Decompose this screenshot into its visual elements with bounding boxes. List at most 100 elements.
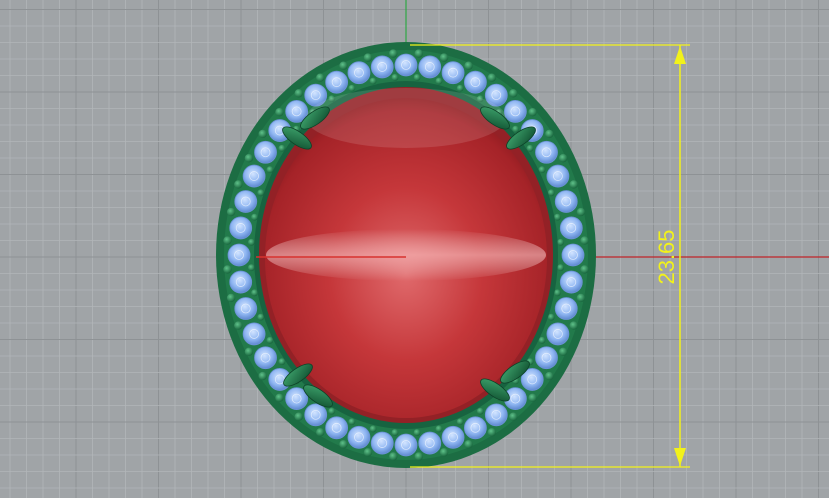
setting-bead (369, 425, 377, 433)
setting-bead (545, 129, 554, 139)
setting-bead (363, 448, 373, 457)
setting-bead (391, 429, 399, 436)
accent-stone (394, 433, 418, 457)
setting-bead (547, 189, 555, 197)
setting-bead (275, 393, 284, 403)
setting-bead (413, 74, 421, 81)
setting-bead (369, 77, 377, 85)
setting-bead (316, 73, 325, 82)
setting-bead (258, 129, 267, 139)
setting-bead (569, 180, 578, 189)
setting-bead (456, 84, 464, 92)
setting-bead (278, 144, 286, 152)
accent-stone (535, 346, 558, 370)
setting-bead (456, 418, 464, 426)
setting-bead (538, 336, 546, 344)
accent-stone (554, 190, 578, 213)
setting-bead (487, 73, 496, 82)
setting-bead (526, 144, 534, 152)
setting-bead (557, 238, 565, 246)
setting-bead (294, 89, 303, 98)
setting-bead (339, 440, 348, 449)
setting-bead (509, 89, 518, 98)
accent-stone (418, 431, 442, 455)
setting-bead (251, 213, 258, 221)
setting-bead (247, 264, 255, 272)
accent-stone (559, 270, 583, 294)
accent-stone (441, 61, 465, 85)
accent-stone (418, 55, 442, 79)
setting-bead (576, 293, 586, 303)
setting-bead (389, 49, 398, 58)
accent-stone (234, 190, 258, 213)
accent-stone (227, 243, 251, 267)
accent-stone (561, 243, 585, 267)
setting-bead (244, 347, 254, 357)
dimension-value[interactable]: 23.65 (654, 229, 679, 284)
setting-bead (414, 452, 423, 461)
setting-bead (580, 236, 589, 245)
setting-bead (247, 238, 255, 246)
setting-bead (547, 313, 555, 321)
setting-bead (569, 321, 578, 330)
setting-bead (509, 412, 518, 421)
accent-stone (347, 61, 371, 85)
setting-bead (226, 293, 236, 303)
setting-bead (554, 289, 561, 297)
setting-bead (266, 166, 274, 174)
setting-bead (476, 407, 484, 415)
setting-bead (294, 412, 303, 421)
accent-stone (546, 164, 570, 188)
setting-bead (554, 213, 561, 221)
gem-top-reflection (306, 88, 506, 148)
accent-stone (546, 322, 570, 346)
setting-bead (244, 153, 254, 163)
accent-stone (254, 346, 277, 370)
setting-bead (464, 440, 473, 449)
setting-bead (257, 313, 265, 321)
setting-bead (545, 371, 554, 381)
setting-bead (435, 77, 443, 85)
setting-bead (528, 107, 537, 117)
accent-stone (242, 322, 266, 346)
accent-stone (229, 270, 253, 294)
setting-bead (435, 425, 443, 433)
setting-bead (278, 358, 286, 366)
gem-highlight (266, 229, 546, 281)
setting-bead (538, 166, 546, 174)
setting-bead (348, 418, 356, 426)
setting-bead (528, 393, 537, 403)
accent-stone (441, 425, 465, 449)
accent-stone (535, 140, 558, 164)
setting-bead (316, 428, 325, 437)
setting-bead (391, 74, 399, 81)
setting-bead (266, 336, 274, 344)
setting-bead (414, 49, 423, 58)
setting-bead (576, 207, 586, 217)
modeling-viewport[interactable]: 23.65 (0, 0, 829, 498)
accent-stone (559, 216, 583, 240)
accent-stone (242, 164, 266, 188)
setting-bead (464, 61, 473, 70)
viewport-canvas[interactable]: 23.65 (0, 0, 829, 498)
accent-stone (554, 297, 578, 320)
setting-bead (439, 53, 449, 62)
accent-stone (503, 100, 527, 123)
accent-stone (229, 216, 253, 240)
setting-bead (339, 61, 348, 70)
accent-stone (304, 403, 328, 427)
setting-bead (512, 125, 520, 133)
accent-stone (370, 431, 394, 455)
setting-bead (487, 428, 496, 437)
setting-bead (558, 347, 568, 357)
setting-bead (580, 265, 589, 274)
accent-stone (370, 55, 394, 79)
setting-bead (557, 264, 565, 272)
accent-stone (325, 70, 349, 94)
setting-bead (328, 407, 336, 415)
accent-stone (463, 70, 487, 94)
setting-bead (251, 289, 258, 297)
gem-ring-model[interactable] (216, 42, 596, 468)
setting-bead (413, 429, 421, 436)
setting-bead (223, 236, 232, 245)
